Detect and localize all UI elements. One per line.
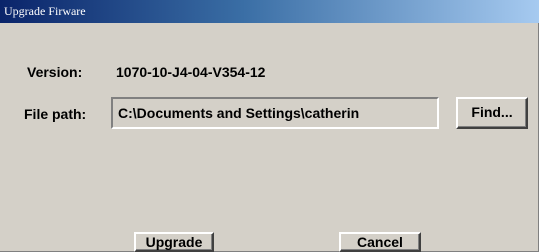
- version-value: 1070-10-J4-04-V354-12: [116, 64, 266, 80]
- version-label: Version:: [27, 64, 83, 80]
- upgrade-firmware-dialog: Upgrade Firware Version: 1070-10-J4-04-V…: [0, 0, 539, 252]
- upgrade-button[interactable]: Upgrade: [134, 232, 214, 252]
- file-path-field[interactable]: C:\Documents and Settings\catherin: [111, 97, 439, 129]
- cancel-button[interactable]: Cancel: [339, 232, 421, 252]
- window-title: Upgrade Firware: [4, 4, 86, 18]
- title-bar[interactable]: Upgrade Firware: [0, 0, 539, 23]
- file-path-label: File path:: [24, 106, 87, 122]
- find-button[interactable]: Find...: [456, 97, 528, 129]
